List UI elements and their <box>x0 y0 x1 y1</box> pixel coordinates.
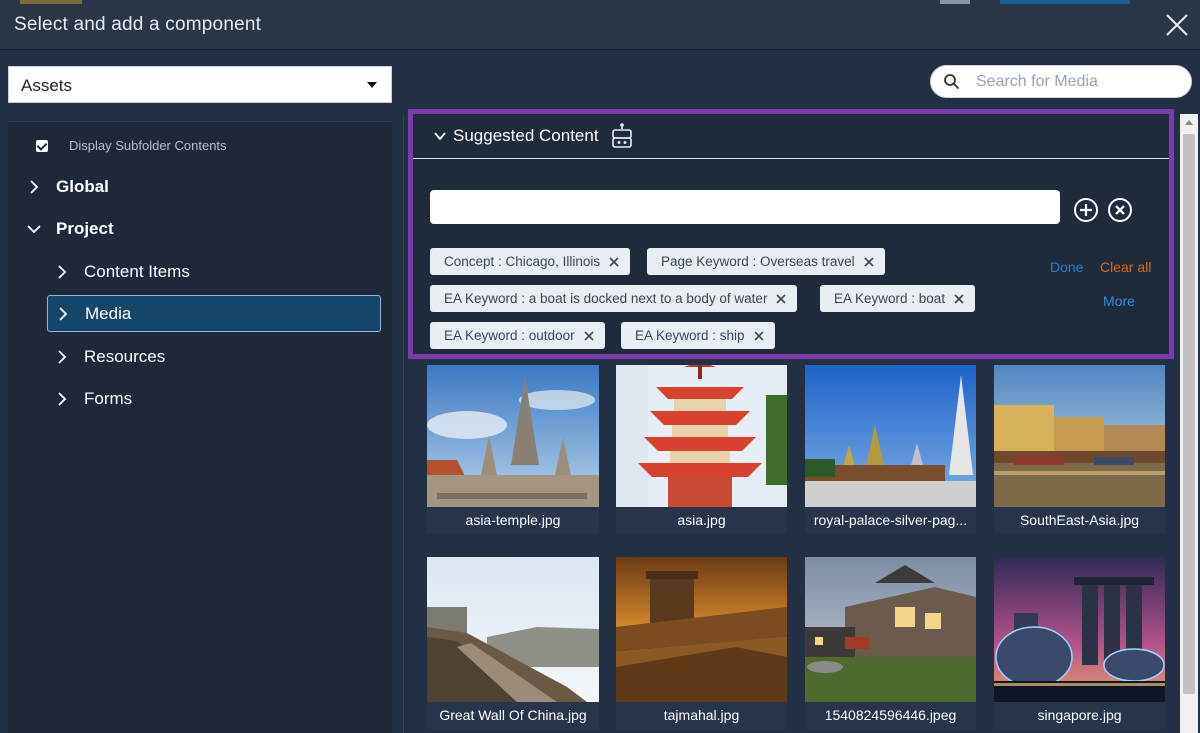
remove-chip-icon[interactable] <box>953 293 965 305</box>
media-filename: asia-temple.jpg <box>427 507 599 534</box>
header-strip <box>940 0 970 4</box>
media-filename: asia.jpg <box>616 507 787 534</box>
media-filename: royal-palace-silver-pag... <box>805 507 976 534</box>
keyword-chip: EA Keyword : ship <box>621 322 775 349</box>
media-filename: Great Wall Of China.jpg <box>427 702 599 729</box>
tree-item-label: Content Items <box>84 262 190 282</box>
media-tile[interactable]: SouthEast-Asia.jpg <box>994 365 1165 534</box>
chevron-right-icon <box>54 349 70 365</box>
keyword-input[interactable] <box>430 190 1060 224</box>
keyword-chip: EA Keyword : outdoor <box>430 322 605 349</box>
chevron-down-icon <box>26 221 42 237</box>
clear-all-link[interactable]: Clear all <box>1100 259 1151 275</box>
plus-circle-icon[interactable] <box>1073 197 1099 223</box>
tree-item-media[interactable]: Media <box>47 295 381 332</box>
tree-item-project[interactable]: Project <box>26 219 114 239</box>
media-filename: SouthEast-Asia.jpg <box>994 507 1165 534</box>
media-thumbnail <box>805 365 976 507</box>
media-thumbnail <box>994 365 1165 507</box>
asset-type-value: Assets <box>21 76 72 95</box>
tree-item-global[interactable]: Global <box>26 177 109 197</box>
scroll-thumb[interactable] <box>1183 134 1195 694</box>
media-thumbnail <box>994 557 1165 702</box>
caret-down-icon <box>367 82 377 88</box>
keyword-chip: EA Keyword : a boat is docked next to a … <box>430 285 797 312</box>
media-filename: tajmahal.jpg <box>616 702 787 729</box>
media-tile[interactable]: asia-temple.jpg <box>427 365 599 534</box>
close-icon[interactable] <box>1164 12 1190 38</box>
subfolder-checkbox[interactable] <box>36 140 48 152</box>
keyword-chip-label: Concept : Chicago, Illinois <box>444 254 600 269</box>
keyword-chip-label: EA Keyword : outdoor <box>444 328 575 343</box>
search-icon <box>943 73 960 90</box>
tree-item-content-items[interactable]: Content Items <box>54 262 190 282</box>
search-input[interactable] <box>976 73 1176 91</box>
robot-icon <box>611 123 633 149</box>
remove-chip-icon[interactable] <box>583 330 595 342</box>
media-thumbnail <box>427 365 599 507</box>
keyword-chip-label: Page Keyword : Overseas travel <box>661 254 855 269</box>
keyword-chip-label: EA Keyword : a boat is docked next to a … <box>444 291 767 306</box>
remove-chip-icon[interactable] <box>608 256 620 268</box>
media-thumbnail <box>805 557 976 702</box>
x-circle-icon[interactable] <box>1107 197 1133 223</box>
tree-item-label: Global <box>56 177 109 197</box>
asset-type-select[interactable]: Assets <box>8 66 392 103</box>
suggested-content-title: Suggested Content <box>453 126 599 146</box>
remove-chip-icon[interactable] <box>753 330 765 342</box>
component-picker-dialog: Select and add a component Assets Displa… <box>0 0 1200 733</box>
tree-item-label: Project <box>56 219 114 239</box>
suggested-content-header[interactable]: Suggested Content <box>413 114 1169 159</box>
keyword-chip-label: EA Keyword : boat <box>834 291 945 306</box>
display-subfolder-option[interactable]: Display Subfolder Contents <box>36 138 227 153</box>
keyword-chip: EA Keyword : boat <box>820 285 975 312</box>
dialog-header: Select and add a component <box>0 0 1200 50</box>
folder-tree: Display Subfolder Contents Global Projec… <box>8 121 392 733</box>
media-tile[interactable]: singapore.jpg <box>994 557 1165 729</box>
suggested-content-panel: Suggested Content Concept : Chicago, Ill… <box>408 109 1174 359</box>
remove-chip-icon[interactable] <box>863 256 875 268</box>
done-link[interactable]: Done <box>1050 259 1083 275</box>
dialog-title: Select and add a component <box>14 14 261 36</box>
more-link[interactable]: More <box>1103 293 1135 309</box>
keyword-chip-label: EA Keyword : ship <box>635 328 745 343</box>
media-tile[interactable]: Great Wall Of China.jpg <box>427 557 599 729</box>
tree-item-resources[interactable]: Resources <box>54 347 165 367</box>
chevron-right-icon <box>54 391 70 407</box>
media-search[interactable] <box>930 65 1192 98</box>
tree-item-label: Forms <box>84 389 132 409</box>
media-tile[interactable]: tajmahal.jpg <box>616 557 787 729</box>
chevron-right-icon <box>55 306 71 322</box>
media-filename: singapore.jpg <box>994 702 1165 729</box>
remove-chip-icon[interactable] <box>775 293 787 305</box>
subfolder-label: Display Subfolder Contents <box>69 138 227 153</box>
media-tile[interactable]: asia.jpg <box>616 365 787 534</box>
chevron-right-icon <box>26 179 42 195</box>
media-thumbnail <box>616 365 787 507</box>
keyword-chip: Concept : Chicago, Illinois <box>430 248 630 275</box>
tree-item-label: Media <box>85 304 131 324</box>
media-tile[interactable]: royal-palace-silver-pag... <box>805 365 976 534</box>
tree-item-forms[interactable]: Forms <box>54 389 132 409</box>
vertical-scrollbar[interactable] <box>1180 114 1198 733</box>
header-strip <box>20 0 82 4</box>
chevron-right-icon <box>54 264 70 280</box>
scroll-up-icon[interactable] <box>1185 120 1193 125</box>
tree-item-label: Resources <box>84 347 165 367</box>
media-thumbnail <box>616 557 787 702</box>
media-tile[interactable]: 1540824596446.jpeg <box>805 557 976 729</box>
media-thumbnail <box>427 557 599 702</box>
keyword-chip: Page Keyword : Overseas travel <box>647 248 885 275</box>
media-filename: 1540824596446.jpeg <box>805 702 976 729</box>
chevron-down-icon <box>433 129 447 143</box>
header-strip <box>1000 0 1130 4</box>
